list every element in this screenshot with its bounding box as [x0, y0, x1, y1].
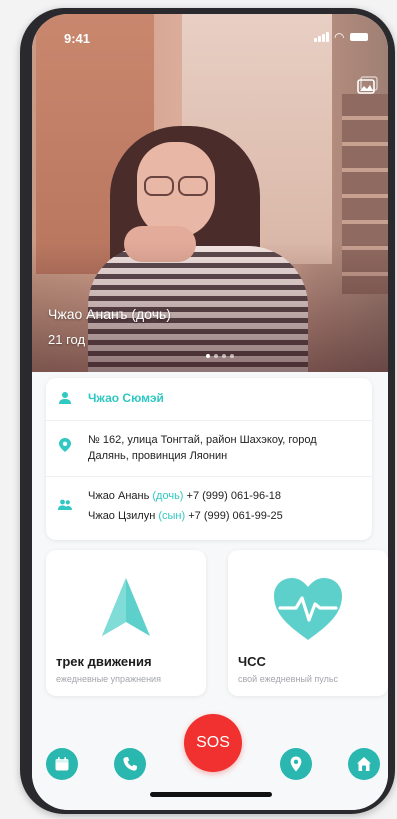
wifi-icon: ◠: [334, 30, 345, 44]
contact-row[interactable]: Чжао Сюмэй: [46, 378, 372, 421]
profile-age: 21 год: [48, 332, 86, 347]
heart-rate-tile[interactable]: ЧСС свой ежедневный пульс: [228, 550, 388, 696]
tile-title: трек движения: [56, 654, 152, 669]
family-icon: [58, 499, 72, 510]
member-phone[interactable]: +7 (999) 061-99-25: [185, 510, 283, 522]
calendar-icon: [55, 757, 69, 771]
navigation-arrow-icon: [102, 578, 150, 636]
member-relation: (дочь): [152, 490, 184, 502]
carousel-dots[interactable]: [206, 354, 238, 358]
location-icon: [290, 756, 302, 772]
home-indicator[interactable]: [150, 792, 272, 797]
member-relation: (сын): [158, 510, 186, 522]
status-time: 9:41: [64, 31, 91, 46]
member-name: Чжао Цзилун: [88, 510, 159, 522]
status-icons: ◠: [314, 30, 370, 44]
info-card: Чжао Сюмэй № 162, улица Тонгтай, район Ш…: [46, 378, 372, 540]
family-member[interactable]: Чжао Анань (дочь) +7 (999) 061-96-18: [88, 490, 281, 502]
gallery-icon[interactable]: [356, 76, 378, 98]
photo-glasses: [144, 176, 208, 196]
sos-button[interactable]: SOS: [184, 714, 242, 772]
location-pin-icon: [59, 438, 71, 452]
tile-subtitle: ежедневные упражнения: [56, 674, 161, 684]
contact-name: Чжао Сюмэй: [88, 391, 164, 405]
family-member[interactable]: Чжао Цзилун (сын) +7 (999) 061-99-25: [88, 510, 283, 522]
heart-pulse-icon: [274, 578, 342, 640]
tile-title: ЧСС: [238, 654, 266, 669]
call-button[interactable]: [114, 748, 146, 780]
address-row[interactable]: № 162, улица Тонгтай, район Шахэкоу, гор…: [46, 420, 372, 477]
profile-photo[interactable]: 9:41 ◠ Чжао Ананъ (дочь) 21 год: [32, 14, 388, 372]
phone-icon: [123, 757, 137, 771]
member-phone[interactable]: +7 (999) 061-96-18: [183, 490, 282, 502]
user-icon: [59, 392, 71, 404]
family-row[interactable]: Чжао Анань (дочь) +7 (999) 061-96-18 Чжа…: [46, 476, 372, 540]
home-icon: [357, 757, 371, 771]
tile-subtitle: свой ежедневный пульс: [238, 674, 339, 684]
movement-track-tile[interactable]: трек движения ежедневные упражнения: [46, 550, 206, 696]
signal-icon: [314, 32, 330, 42]
battery-icon: [350, 33, 368, 41]
address-text: № 162, улица Тонгтай, район Шахэкоу, гор…: [88, 434, 317, 462]
member-name: Чжао Анань: [88, 490, 153, 502]
location-button[interactable]: [280, 748, 312, 780]
app-screen: 9:41 ◠ Чжао Ананъ (дочь) 21 год Чжао Сюм…: [32, 14, 388, 810]
home-button[interactable]: [348, 748, 380, 780]
profile-name: Чжао Ананъ (дочь): [48, 306, 171, 322]
calendar-button[interactable]: [46, 748, 78, 780]
